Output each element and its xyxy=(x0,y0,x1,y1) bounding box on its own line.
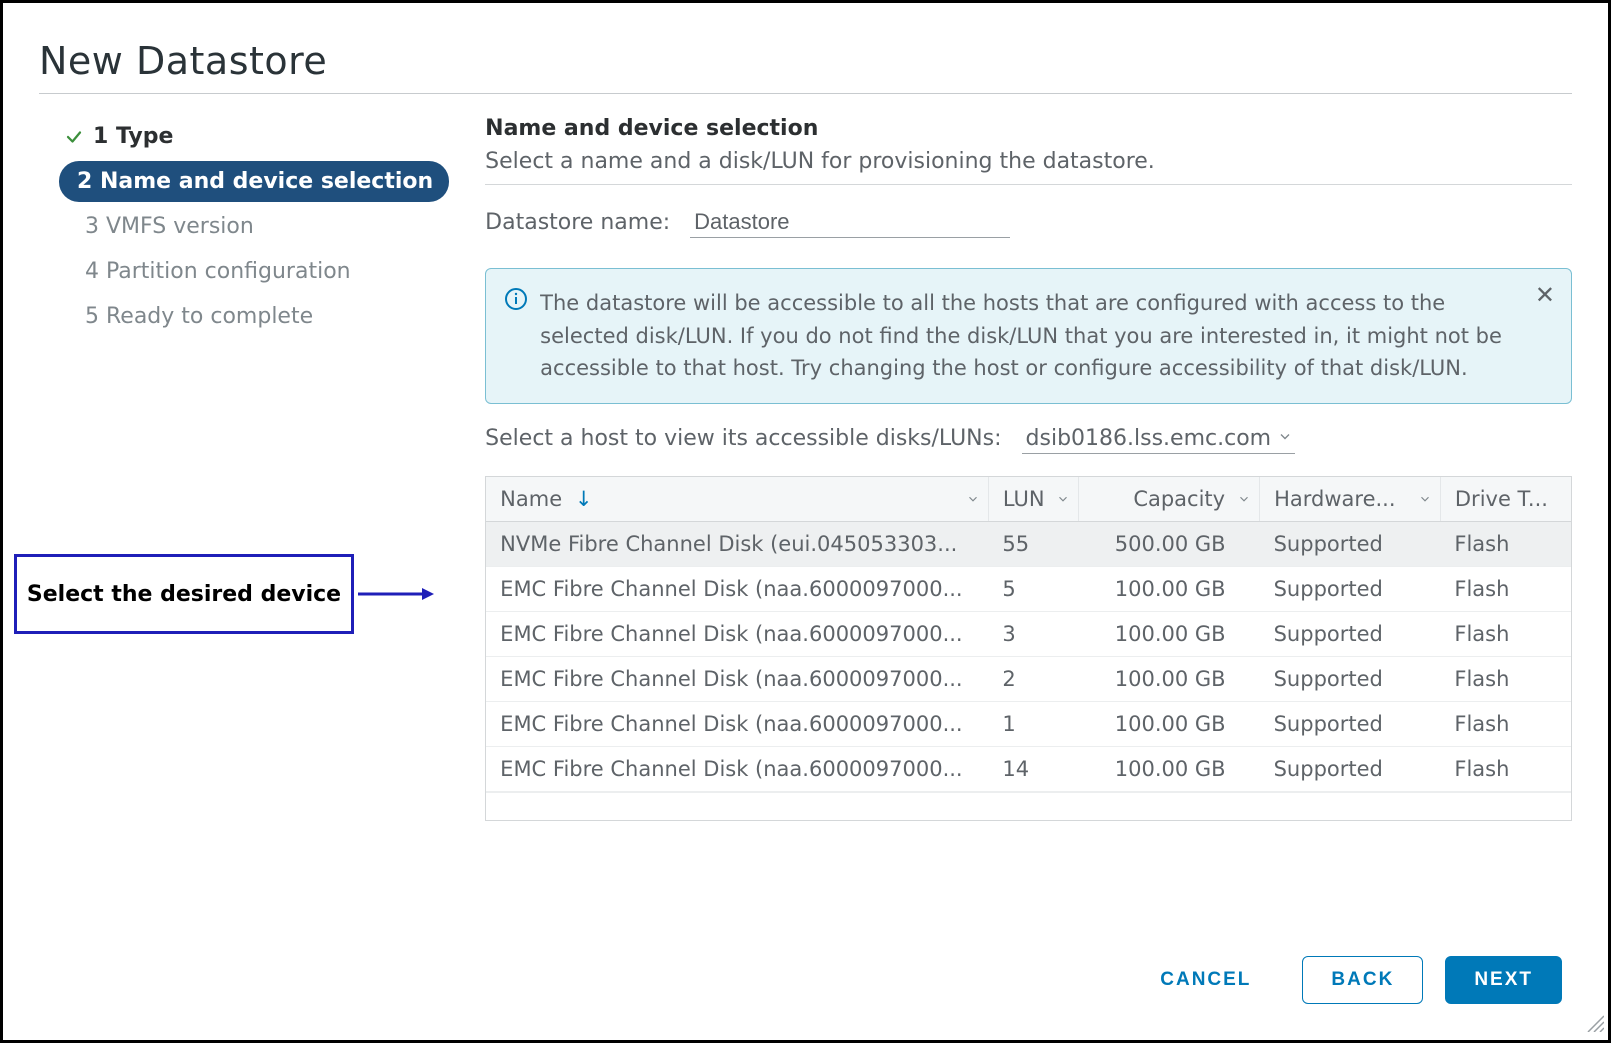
wizard-step-name-device[interactable]: 2 Name and device selection xyxy=(59,161,449,202)
cell-drive: Flash xyxy=(1440,701,1571,746)
cell-name: EMC Fibre Channel Disk (naa.6000097000..… xyxy=(486,701,988,746)
cell-lun: 55 xyxy=(988,521,1078,566)
section-subheading: Select a name and a disk/LUN for provisi… xyxy=(485,149,1572,174)
cell-name: NVMe Fibre Channel Disk (eui.045053303..… xyxy=(486,521,988,566)
datastore-name-row: Datastore name: xyxy=(485,207,1572,238)
col-header-capacity[interactable]: Capacity xyxy=(1079,477,1260,522)
info-text: The datastore will be accessible to all … xyxy=(540,291,1502,380)
col-header-name[interactable]: Name ↓ xyxy=(486,477,988,522)
col-header-lun[interactable]: LUN xyxy=(988,477,1078,522)
viewport: New Datastore 1 Type 2 Name and device s… xyxy=(0,0,1611,1043)
cell-lun: 5 xyxy=(988,566,1078,611)
wizard-step-label: 5 Ready to complete xyxy=(85,304,313,329)
cancel-button[interactable]: CANCEL xyxy=(1131,956,1280,1004)
table-row[interactable]: EMC Fibre Channel Disk (naa.6000097000..… xyxy=(486,701,1571,746)
main-pane: Name and device selection Select a name … xyxy=(485,112,1572,821)
dialog-footer: CANCEL BACK NEXT xyxy=(1131,956,1562,1004)
check-icon xyxy=(65,128,83,146)
resize-handle-icon[interactable] xyxy=(1584,1012,1604,1036)
cell-drive: Flash xyxy=(1440,656,1571,701)
wizard-step-label: 1 Type xyxy=(93,124,173,149)
cell-hardware: Supported xyxy=(1260,701,1441,746)
cell-hardware: Supported xyxy=(1260,656,1441,701)
info-banner: The datastore will be accessible to all … xyxy=(485,268,1572,404)
table-row[interactable]: EMC Fibre Channel Disk (naa.6000097000..… xyxy=(486,566,1571,611)
cell-hardware: Supported xyxy=(1260,521,1441,566)
col-header-drive-type[interactable]: Drive T... xyxy=(1440,477,1571,522)
wizard-step-type[interactable]: 1 Type xyxy=(39,116,449,157)
sort-desc-icon: ↓ xyxy=(575,487,593,511)
cell-capacity: 100.00 GB xyxy=(1079,701,1260,746)
cell-name: EMC Fibre Channel Disk (naa.6000097000..… xyxy=(486,611,988,656)
table-row[interactable]: NVMe Fibre Channel Disk (eui.045053303..… xyxy=(486,521,1571,566)
host-label: Select a host to view its accessible dis… xyxy=(485,426,1001,451)
cell-capacity: 100.00 GB xyxy=(1079,566,1260,611)
chevron-down-icon xyxy=(1056,487,1070,511)
chevron-down-icon xyxy=(1277,426,1293,451)
chevron-down-icon xyxy=(1418,487,1432,511)
table-header-row: Name ↓ LUN Capacity xyxy=(486,477,1571,522)
back-button[interactable]: BACK xyxy=(1302,956,1423,1004)
wizard-step-ready-complete[interactable]: 5 Ready to complete xyxy=(59,296,449,337)
new-datastore-dialog: New Datastore 1 Type 2 Name and device s… xyxy=(0,0,1611,1043)
dialog-title: New Datastore xyxy=(39,39,1572,83)
wizard-step-vmfs-version[interactable]: 3 VMFS version xyxy=(59,206,449,247)
cell-lun: 2 xyxy=(988,656,1078,701)
next-button[interactable]: NEXT xyxy=(1445,956,1562,1004)
col-header-hardware[interactable]: Hardware... xyxy=(1260,477,1441,522)
cell-hardware: Supported xyxy=(1260,746,1441,791)
col-label: Drive T... xyxy=(1455,487,1548,511)
dialog-body: 1 Type 2 Name and device selection 3 VMF… xyxy=(39,112,1572,821)
cell-capacity: 500.00 GB xyxy=(1079,521,1260,566)
section-heading: Name and device selection xyxy=(485,116,1572,141)
col-label: LUN xyxy=(1003,487,1045,511)
info-icon xyxy=(504,287,528,321)
table-footer xyxy=(486,792,1571,820)
annotation-text: Select the desired device xyxy=(27,582,341,607)
cell-name: EMC Fibre Channel Disk (naa.6000097000..… xyxy=(486,746,988,791)
host-selector-row: Select a host to view its accessible dis… xyxy=(485,424,1572,454)
cell-drive: Flash xyxy=(1440,566,1571,611)
cell-capacity: 100.00 GB xyxy=(1079,656,1260,701)
cell-hardware: Supported xyxy=(1260,566,1441,611)
chevron-down-icon xyxy=(1237,487,1251,511)
wizard-step-label: 4 Partition configuration xyxy=(85,259,351,284)
col-label: Name xyxy=(500,487,562,511)
cell-drive: Flash xyxy=(1440,746,1571,791)
chevron-down-icon xyxy=(966,487,980,511)
col-label: Capacity xyxy=(1133,487,1225,511)
cell-lun: 14 xyxy=(988,746,1078,791)
close-icon[interactable]: ✕ xyxy=(1535,283,1555,307)
annotation-arrow-icon xyxy=(358,590,434,598)
device-table: Name ↓ LUN Capacity xyxy=(485,476,1572,821)
cell-capacity: 100.00 GB xyxy=(1079,746,1260,791)
datastore-name-label: Datastore name: xyxy=(485,210,670,235)
wizard-step-label: 2 Name and device selection xyxy=(77,169,433,194)
table-row[interactable]: EMC Fibre Channel Disk (naa.6000097000..… xyxy=(486,656,1571,701)
cell-drive: Flash xyxy=(1440,611,1571,656)
wizard-step-label: 3 VMFS version xyxy=(85,214,254,239)
annotation-callout: Select the desired device xyxy=(14,554,354,634)
host-value: dsib0186.lss.emc.com xyxy=(1026,426,1272,451)
cell-lun: 3 xyxy=(988,611,1078,656)
cell-name: EMC Fibre Channel Disk (naa.6000097000..… xyxy=(486,566,988,611)
wizard-nav: 1 Type 2 Name and device selection 3 VMF… xyxy=(39,112,449,341)
cell-capacity: 100.00 GB xyxy=(1079,611,1260,656)
cell-lun: 1 xyxy=(988,701,1078,746)
host-select[interactable]: dsib0186.lss.emc.com xyxy=(1022,424,1296,454)
cell-drive: Flash xyxy=(1440,521,1571,566)
divider xyxy=(39,93,1572,94)
wizard-step-partition-config[interactable]: 4 Partition configuration xyxy=(59,251,449,292)
table-row[interactable]: EMC Fibre Channel Disk (naa.6000097000..… xyxy=(486,611,1571,656)
cell-name: EMC Fibre Channel Disk (naa.6000097000..… xyxy=(486,656,988,701)
table-row[interactable]: EMC Fibre Channel Disk (naa.6000097000..… xyxy=(486,746,1571,791)
col-label: Hardware... xyxy=(1274,487,1395,511)
cell-hardware: Supported xyxy=(1260,611,1441,656)
datastore-name-input[interactable] xyxy=(690,207,1010,238)
divider xyxy=(485,184,1572,185)
